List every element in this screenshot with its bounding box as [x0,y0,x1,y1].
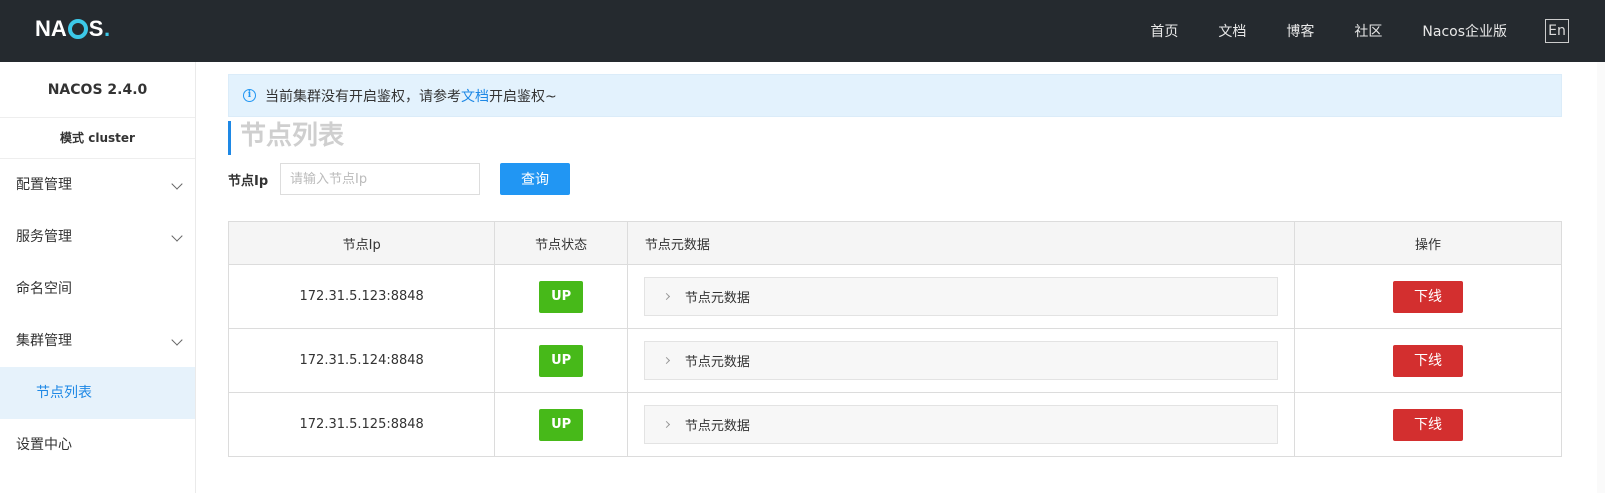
offline-button[interactable]: 下线 [1392,280,1463,313]
mode-label: 模式 cluster [0,118,195,159]
chevron-right-icon [662,292,670,301]
status-badge: UP [539,408,584,441]
metadata-collapse[interactable]: 节点元数据 [643,341,1278,380]
page-title: 节点列表 [228,121,344,155]
node-table: 节点Ip 节点状态 节点元数据 操作 172.31.5.123:8848 UP … [227,221,1563,457]
node-ip-cell: 172.31.5.125:8848 [227,392,496,457]
nav-blog[interactable]: 博客 [1286,21,1314,41]
node-status-cell: UP [494,392,628,457]
vertical-scrollbar[interactable] [1597,62,1605,493]
metadata-collapse[interactable]: 节点元数据 [643,277,1278,316]
sidebar-item-cluster-management[interactable]: 集群管理 [0,315,195,367]
column-header-action: 操作 [1293,221,1563,265]
nav-home[interactable]: 首页 [1150,21,1178,41]
sidebar-item-label: 服务管理 [16,229,72,245]
docs-link[interactable]: 文档 [461,86,489,106]
status-badge: UP [539,280,584,313]
sidebar-item-label: 设置中心 [16,437,72,453]
node-action-cell: 下线 [1293,264,1563,329]
node-action-cell: 下线 [1293,392,1563,457]
nacos-logo[interactable]: NA S. [35,14,111,44]
metadata-collapse[interactable]: 节点元数据 [643,405,1278,444]
sidebar: NACOS 2.4.0 模式 cluster 配置管理 服务管理 命名空间 集群… [0,62,196,493]
chevron-right-icon [662,356,670,365]
nav-enterprise[interactable]: Nacos企业版 [1422,21,1507,41]
column-header-status: 节点状态 [494,221,628,265]
top-nav: 首页 文档 博客 社区 Nacos企业版 En [1150,0,1605,62]
column-header-ip: 节点Ip [227,221,496,265]
sidebar-item-namespace[interactable]: 命名空间 [0,263,195,315]
search-label: 节点Ip [228,174,269,189]
nav-community[interactable]: 社区 [1354,21,1382,41]
chevron-down-icon [171,230,183,242]
query-button[interactable]: 查询 [500,163,570,195]
node-metadata-cell: 节点元数据 [626,264,1295,329]
top-navbar: NA S. 首页 文档 博客 社区 Nacos企业版 En [0,0,1605,62]
node-action-cell: 下线 [1293,328,1563,393]
sidebar-item-node-list[interactable]: 节点列表 [0,367,195,419]
chevron-right-icon [662,420,670,429]
notice-text: 当前集群没有开启鉴权，请参考 [265,88,461,105]
table-header-row: 节点Ip 节点状态 节点元数据 操作 [227,221,1563,265]
auth-notice-banner: i 当前集群没有开启鉴权，请参考 文档 开启鉴权~ [228,74,1562,117]
node-metadata-cell: 节点元数据 [626,328,1295,393]
sidebar-item-label: 命名空间 [16,281,72,297]
metadata-label: 节点元数据 [684,419,750,434]
info-icon: i [243,89,256,102]
version-label: NACOS 2.4.0 [0,62,195,118]
sidebar-item-config-management[interactable]: 配置管理 [0,159,195,211]
offline-button[interactable]: 下线 [1392,344,1463,377]
node-status-cell: UP [494,264,628,329]
metadata-label: 节点元数据 [684,291,750,306]
sidebar-item-service-management[interactable]: 服务管理 [0,211,195,263]
chevron-down-icon [171,178,183,190]
offline-button[interactable]: 下线 [1392,408,1463,441]
node-ip-search-input[interactable] [280,163,480,195]
metadata-label: 节点元数据 [684,355,750,370]
node-metadata-cell: 节点元数据 [626,392,1295,457]
sidebar-item-label: 节点列表 [36,385,92,401]
node-ip-cell: 172.31.5.124:8848 [227,328,496,393]
sidebar-item-label: 配置管理 [16,177,72,193]
sidebar-item-settings-center[interactable]: 设置中心 [0,419,195,471]
language-toggle-button[interactable]: En [1545,19,1569,43]
node-ip-cell: 172.31.5.123:8848 [227,264,496,329]
notice-text-end: 开启鉴权~ [489,88,557,105]
table-row: 172.31.5.124:8848 UP 节点元数据 下线 [227,328,1563,393]
table-row: 172.31.5.123:8848 UP 节点元数据 下线 [227,264,1563,329]
status-badge: UP [539,344,584,377]
node-status-cell: UP [494,328,628,393]
sidebar-item-label: 集群管理 [16,333,72,349]
nav-docs[interactable]: 文档 [1218,21,1246,41]
column-header-metadata: 节点元数据 [626,221,1295,265]
chevron-down-icon [171,334,183,346]
table-row: 172.31.5.125:8848 UP 节点元数据 下线 [227,392,1563,457]
